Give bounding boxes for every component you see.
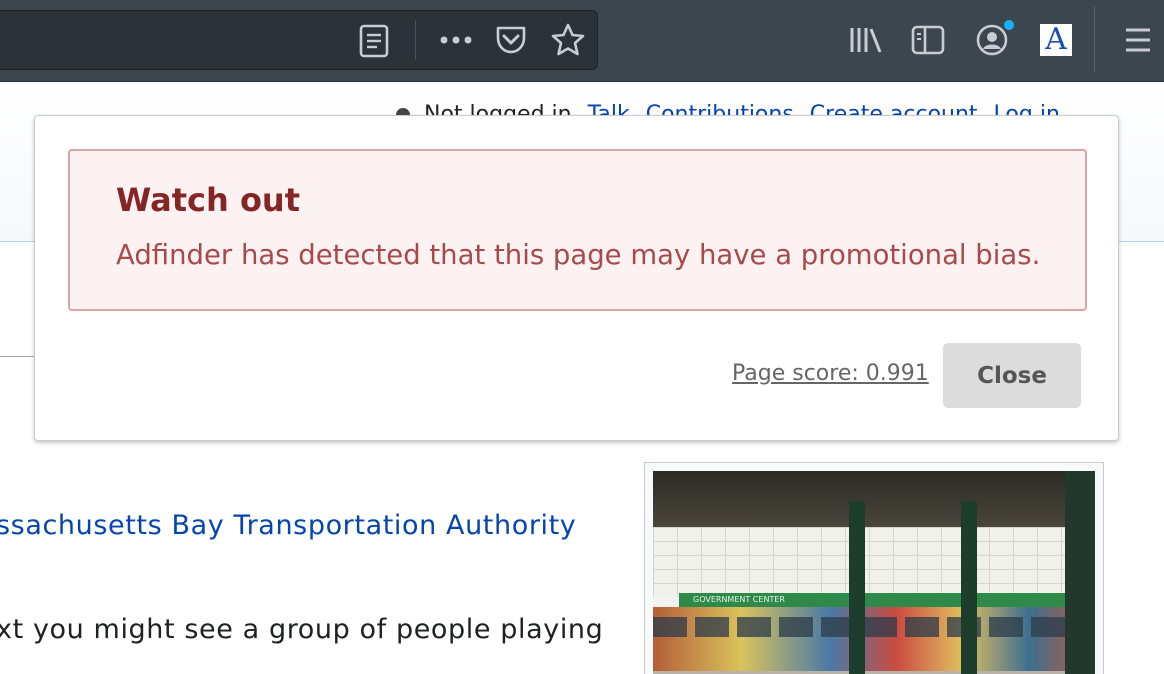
extension-icon[interactable]: A — [1040, 24, 1072, 56]
more-actions-icon[interactable] — [438, 32, 474, 48]
pocket-icon[interactable] — [494, 24, 528, 56]
article-text: xt you might see a group of people playi… — [0, 614, 604, 645]
sidebar-icon[interactable] — [910, 24, 946, 56]
browser-toolbar: A — [0, 0, 1164, 82]
page-score-link[interactable]: Page score: 0.991 — [732, 361, 929, 386]
article-thumbnail[interactable]: GOVERNMENT CENTER — [644, 462, 1104, 674]
alert-title: Watch out — [116, 181, 300, 219]
photo-sign-text: GOVERNMENT CENTER — [693, 595, 785, 604]
alert-message: Adfinder has detected that this page may… — [116, 239, 1041, 271]
library-icon[interactable] — [848, 24, 884, 56]
menu-icon[interactable] — [1124, 26, 1152, 54]
bookmark-star-icon[interactable] — [550, 22, 586, 58]
adfinder-popup: Watch out Adfinder has detected that thi… — [34, 115, 1119, 441]
reader-view-icon[interactable] — [358, 24, 390, 58]
close-button[interactable]: Close — [943, 343, 1081, 408]
toolbar-divider — [1094, 6, 1095, 72]
warning-alert: Watch out Adfinder has detected that thi… — [68, 149, 1087, 311]
station-photo: GOVERNMENT CENTER — [653, 471, 1095, 674]
address-bar-divider — [415, 20, 416, 60]
article-link[interactable]: ssachusetts Bay Transportation Authority — [0, 510, 576, 541]
notification-dot — [1004, 20, 1014, 30]
account-icon[interactable] — [975, 23, 1009, 57]
